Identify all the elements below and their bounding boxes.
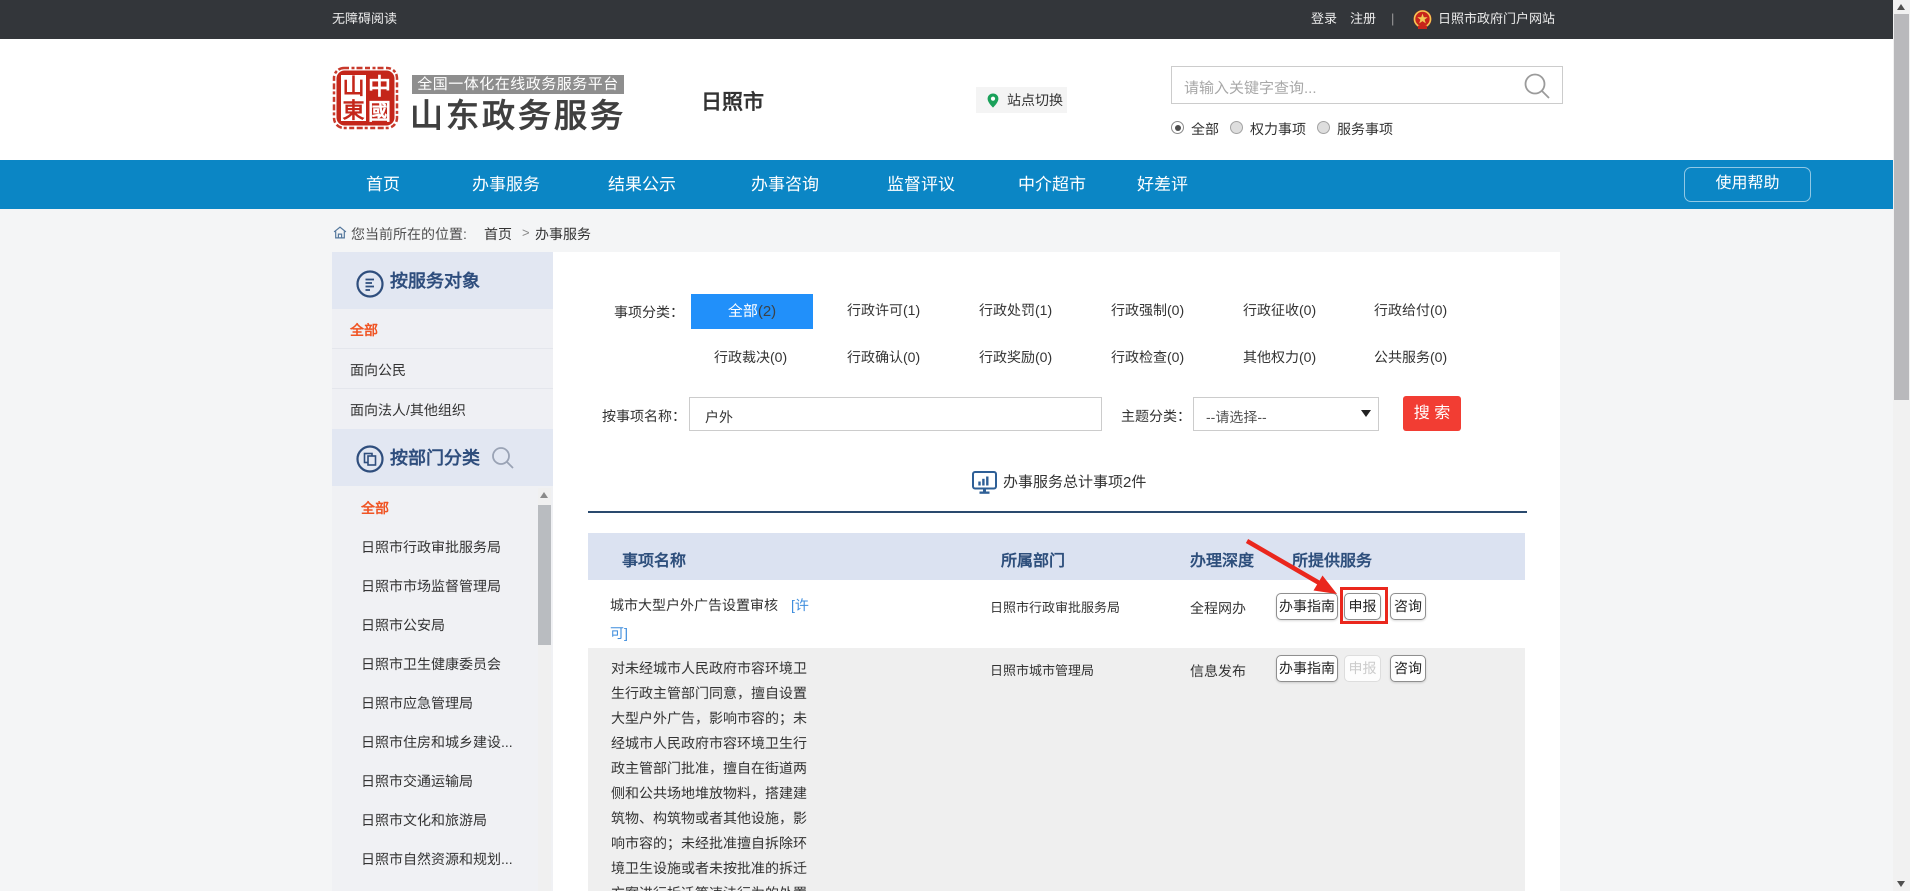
- svg-text:東: 東: [342, 93, 364, 125]
- svg-text:國: 國: [368, 93, 391, 127]
